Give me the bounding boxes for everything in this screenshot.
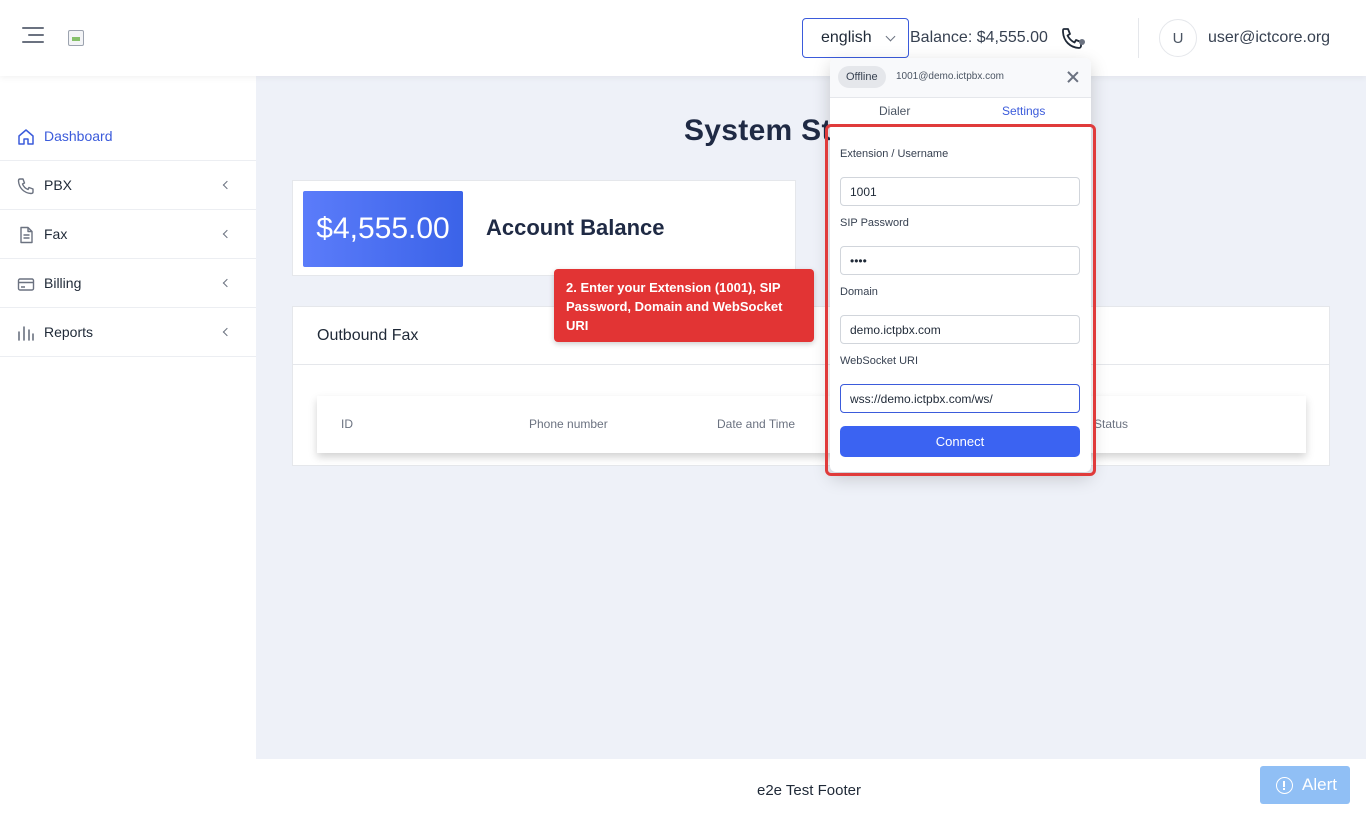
credit-card-icon: [17, 278, 35, 291]
phone-status-icon[interactable]: [1060, 26, 1086, 50]
column-header-status[interactable]: Status: [1094, 417, 1128, 431]
column-header-id[interactable]: ID: [341, 417, 353, 431]
card-divider: [293, 364, 1329, 365]
sidebar-item-dashboard[interactable]: Dashboard: [0, 112, 256, 161]
domain-label: Domain: [840, 286, 878, 298]
websocket-uri-field[interactable]: wss://demo.ictpbx.com/ws/: [840, 384, 1080, 413]
sidebar-item-label: Fax: [44, 226, 68, 242]
sidebar-item-billing[interactable]: Billing: [0, 259, 256, 308]
language-select-value: english: [821, 29, 872, 46]
account-balance-card: $4,555.00 Account Balance: [292, 180, 796, 276]
sidebar-item-label: Dashboard: [44, 128, 113, 144]
sidebar-item-fax[interactable]: Fax: [0, 210, 256, 259]
tutorial-tooltip: 2. Enter your Extension (1001), SIP Pass…: [554, 269, 814, 342]
sidebar-item-reports[interactable]: Reports: [0, 308, 256, 357]
fax-table-header: ID Phone number Date and Time Status: [317, 396, 1306, 453]
phone-icon: [17, 178, 34, 195]
widget-header: Offline 1001@demo.ictpbx.com: [830, 58, 1091, 98]
header-divider: [1138, 18, 1139, 58]
sidebar-item-label: Reports: [44, 324, 94, 340]
sidebar-nav: Dashboard PBX Fax Billing Reports: [0, 112, 256, 357]
widget-tabs: Dialer Settings: [830, 98, 1091, 127]
balance-label: Account Balance: [486, 215, 665, 240]
extension-label: Extension / Username: [840, 148, 949, 160]
alert-circle-icon: [1276, 776, 1293, 794]
connect-button[interactable]: Connect: [840, 426, 1080, 457]
softphone-widget: Offline 1001@demo.ictpbx.com Dialer Sett…: [830, 58, 1091, 472]
chevron-left-icon: [222, 229, 232, 239]
page-title: System St: [684, 114, 832, 147]
footer-text: e2e Test Footer: [757, 782, 861, 799]
language-select[interactable]: english: [802, 18, 909, 58]
top-header: english Balance: $4,555.00 U user@ictcor…: [0, 0, 1366, 76]
status-badge: Offline: [838, 66, 886, 88]
tab-dialer[interactable]: Dialer: [879, 104, 910, 118]
sidebar-item-pbx[interactable]: PBX: [0, 161, 256, 210]
card-title: Outbound Fax: [317, 327, 419, 344]
bar-chart-icon: [18, 326, 34, 341]
sidebar: Dashboard PBX Fax Billing Reports: [0, 76, 256, 820]
document-icon: [20, 226, 33, 244]
balance-amount: $4,555.00: [303, 191, 463, 267]
alert-button[interactable]: Alert: [1260, 766, 1350, 804]
home-icon: [18, 129, 34, 145]
domain-field[interactable]: demo.ictpbx.com: [840, 315, 1080, 344]
hamburger-menu-icon[interactable]: [22, 27, 46, 49]
widget-account: 1001@demo.ictpbx.com: [896, 71, 1004, 82]
logo-image-icon[interactable]: [68, 30, 84, 46]
header-balance: Balance: $4,555.00: [910, 29, 1048, 46]
sidebar-item-label: Billing: [44, 275, 82, 291]
user-email[interactable]: user@ictcore.org: [1208, 29, 1330, 47]
footer: e2e Test Footer: [256, 759, 1366, 820]
sip-password-label: SIP Password: [840, 217, 909, 229]
chevron-left-icon: [222, 327, 232, 337]
chevron-left-icon: [222, 278, 232, 288]
chevron-left-icon: [222, 180, 232, 190]
avatar[interactable]: U: [1159, 19, 1197, 57]
alert-button-label: Alert: [1302, 775, 1337, 794]
close-icon[interactable]: [1066, 70, 1080, 84]
column-header-phone[interactable]: Phone number: [529, 417, 608, 431]
column-header-date[interactable]: Date and Time: [717, 417, 795, 431]
sip-password-field[interactable]: ••••: [840, 246, 1080, 275]
chevron-down-icon: [885, 31, 896, 42]
extension-field[interactable]: 1001: [840, 177, 1080, 206]
tab-settings[interactable]: Settings: [1002, 104, 1045, 118]
websocket-uri-label: WebSocket URI: [840, 355, 919, 367]
sidebar-item-label: PBX: [44, 177, 73, 193]
active-tab-indicator: [960, 124, 1091, 127]
